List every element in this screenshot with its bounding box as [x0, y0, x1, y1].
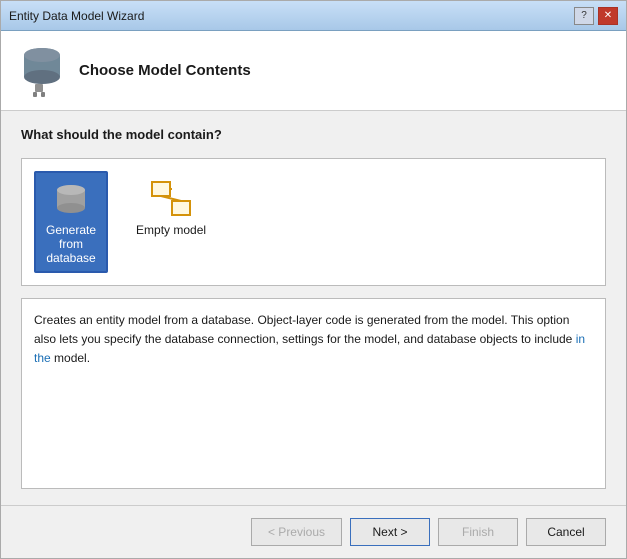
description-link-text: in the: [34, 332, 585, 365]
option-generate-label: Generatefromdatabase: [46, 223, 96, 265]
title-bar: Entity Data Model Wizard ? ✕: [1, 1, 626, 31]
next-button[interactable]: Next >: [350, 518, 430, 546]
help-button[interactable]: ?: [574, 7, 594, 25]
window-title: Entity Data Model Wizard: [9, 9, 144, 23]
empty-model-icon: [151, 179, 191, 219]
option-empty-model[interactable]: Empty model: [124, 171, 218, 245]
footer: < Previous Next > Finish Cancel: [1, 505, 626, 558]
section-label: What should the model contain?: [21, 127, 606, 142]
description-text: Creates an entity model from a database.…: [34, 313, 585, 365]
finish-button[interactable]: Finish: [438, 518, 518, 546]
close-button[interactable]: ✕: [598, 7, 618, 25]
cancel-button[interactable]: Cancel: [526, 518, 606, 546]
wizard-window: Entity Data Model Wizard ? ✕ Choose Mode…: [0, 0, 627, 559]
options-box: Generatefromdatabase Empty model: [21, 158, 606, 286]
database-icon: [51, 179, 91, 219]
header-title: Choose Model Contents: [79, 62, 251, 79]
description-box: Creates an entity model from a database.…: [21, 298, 606, 489]
previous-button[interactable]: < Previous: [251, 518, 342, 546]
content-area: What should the model contain? Generatef…: [1, 111, 626, 505]
option-empty-label: Empty model: [136, 223, 206, 237]
wizard-icon: [17, 43, 67, 98]
header-icon: [17, 43, 67, 98]
header-area: Choose Model Contents: [1, 31, 626, 111]
option-generate-from-db[interactable]: Generatefromdatabase: [34, 171, 108, 273]
title-controls: ? ✕: [574, 7, 618, 25]
